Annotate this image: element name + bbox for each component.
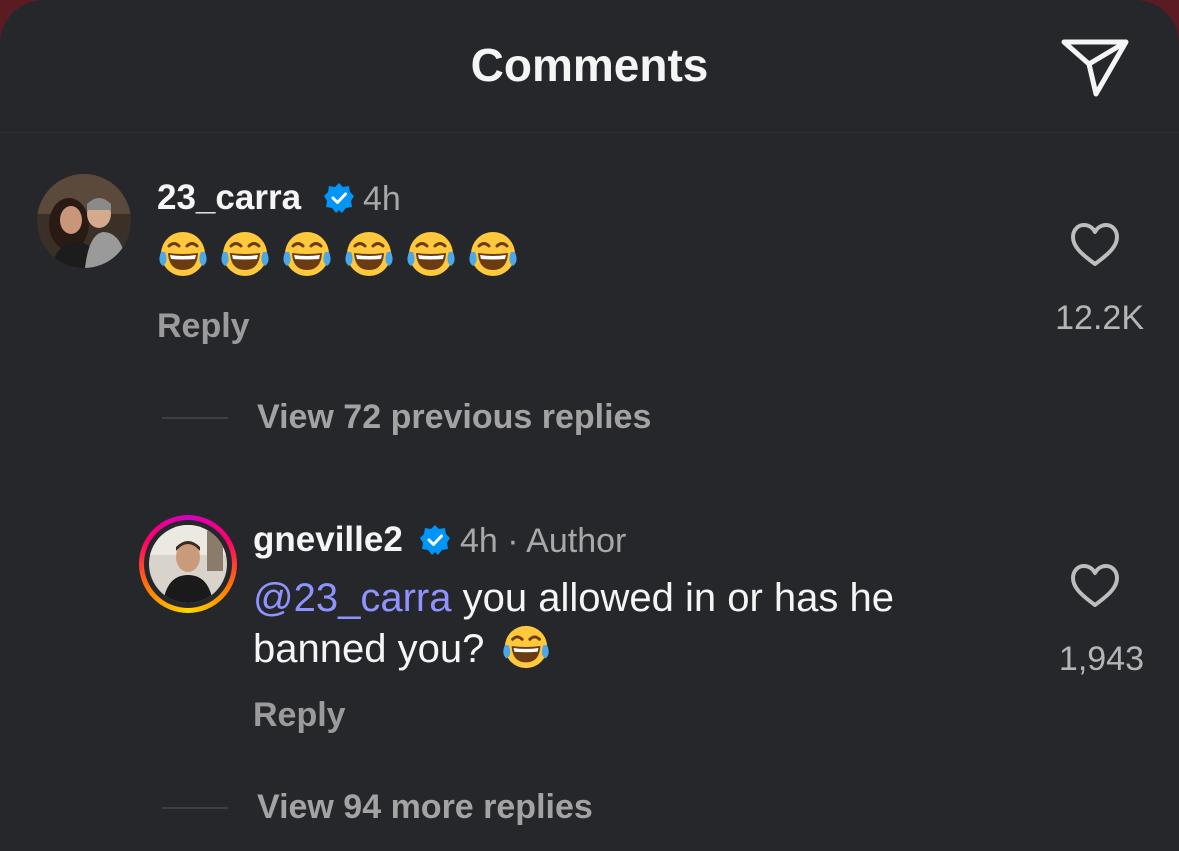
comments-sheet: Comments 23_carra 4h Reply 12.2K View 72… bbox=[0, 0, 1179, 851]
divider bbox=[162, 807, 228, 809]
comment-text-line1: you allowed in or has he bbox=[451, 576, 894, 620]
comment-text: @23_carra you allowed in or has he banne… bbox=[253, 574, 1013, 683]
laughing-emoji-icon bbox=[501, 622, 551, 683]
like-count: 1,943 bbox=[1058, 640, 1144, 678]
laughing-emoji-icon bbox=[467, 228, 519, 280]
view-previous-replies-button[interactable]: View 72 previous replies bbox=[257, 398, 651, 437]
reply-button[interactable]: Reply bbox=[157, 307, 250, 346]
heart-icon[interactable] bbox=[1070, 222, 1120, 268]
avatar-photo bbox=[149, 525, 227, 603]
avatar[interactable] bbox=[37, 174, 131, 268]
verified-badge-icon bbox=[420, 525, 450, 555]
reply-button[interactable]: Reply bbox=[253, 696, 346, 735]
comment-time-value: 4h bbox=[460, 522, 498, 560]
author-tag: · Author bbox=[507, 522, 627, 560]
comment-time: 4h bbox=[363, 180, 401, 218]
comment-time: 4h · Author bbox=[460, 522, 626, 561]
page-title: Comments bbox=[470, 39, 709, 91]
laughing-emoji-icon bbox=[157, 228, 209, 280]
verified-badge-icon bbox=[324, 183, 354, 213]
comments-header: Comments bbox=[0, 0, 1179, 133]
laughing-emoji-icon bbox=[219, 228, 271, 280]
paper-plane-icon[interactable] bbox=[1058, 34, 1132, 98]
like-count: 12.2K bbox=[1055, 299, 1144, 337]
emoji-row bbox=[157, 228, 519, 280]
divider bbox=[162, 417, 228, 419]
avatar[interactable] bbox=[139, 515, 237, 613]
laughing-emoji-icon bbox=[343, 228, 395, 280]
comment-text-line2: banned you? bbox=[253, 627, 485, 671]
view-more-replies-button[interactable]: View 94 more replies bbox=[257, 788, 593, 827]
comment-username[interactable]: 23_carra bbox=[157, 178, 301, 218]
laughing-emoji-icon bbox=[405, 228, 457, 280]
mention-link[interactable]: @23_carra bbox=[253, 576, 451, 620]
comment-username[interactable]: gneville2 bbox=[253, 520, 403, 560]
heart-icon[interactable] bbox=[1070, 563, 1120, 609]
laughing-emoji-icon bbox=[281, 228, 333, 280]
